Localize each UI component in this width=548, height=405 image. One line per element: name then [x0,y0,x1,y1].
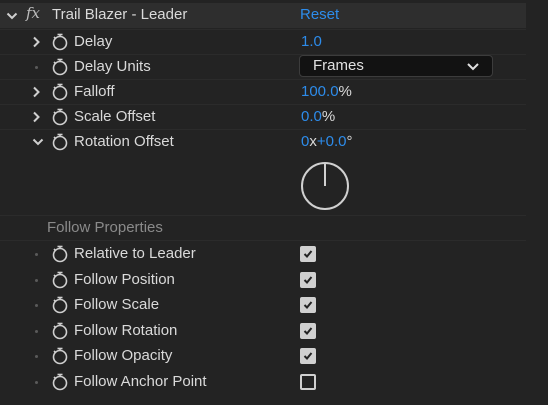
scale-offset-value[interactable]: 0.0 [301,108,322,125]
follow-row-follow-opacity: Follow Opacity [0,343,526,368]
property-row-delay: Delay 1.0 [0,29,526,54]
stopwatch-icon[interactable] [51,133,69,151]
stopwatch-icon[interactable] [51,322,69,340]
indent-dot [35,355,38,358]
scale-offset-value-group[interactable]: 0.0% [301,108,335,126]
stopwatch-icon[interactable] [51,373,69,391]
follow-row-follow-position: Follow Position [0,267,526,292]
scale-offset-label: Scale Offset [74,108,156,125]
rotation-offset-value-group[interactable]: 0x+0.0° [301,133,352,151]
stopwatch-icon[interactable] [51,271,69,289]
chevron-down-icon[interactable] [32,136,44,148]
follow-row-follow-scale: Follow Scale [0,292,526,317]
follow-anchor-point-label: Follow Anchor Point [74,373,207,390]
chevron-right-icon[interactable] [30,86,42,98]
stopwatch-icon[interactable] [51,58,69,76]
follow-row-follow-rotation: Follow Rotation [0,318,526,343]
delay-units-selected: Frames [313,57,364,74]
stopwatch-icon[interactable] [51,33,69,51]
stopwatch-icon[interactable] [51,245,69,263]
stopwatch-icon[interactable] [51,83,69,101]
falloff-label: Falloff [74,83,115,100]
follow-rotation-label: Follow Rotation [74,322,178,339]
delay-units-label: Delay Units [74,58,151,75]
indent-dot [35,330,38,333]
rotation-degrees[interactable]: +0.0 [317,133,347,150]
indent-dot [35,381,38,384]
follow-opacity-checkbox[interactable] [300,348,316,364]
effect-name: Trail Blazer - Leader [52,6,188,23]
follow-scale-checkbox[interactable] [300,297,316,313]
follow-position-label: Follow Position [74,271,175,288]
indent-dot [35,279,38,282]
stopwatch-icon[interactable] [51,296,69,314]
indent-dot [35,253,38,256]
scale-offset-unit: % [321,108,336,125]
falloff-unit: % [338,83,352,100]
rotation-dial[interactable] [300,161,350,211]
delay-value[interactable]: 1.0 [301,33,322,51]
chevron-down-icon [466,60,480,77]
follow-scale-label: Follow Scale [74,296,160,313]
property-row-falloff: Falloff 100.0% [0,79,526,104]
relative-to-leader-checkbox[interactable] [300,246,316,262]
follow-row-relative-to-leader: Relative to Leader [0,241,526,266]
indent-dot [35,304,38,307]
delay-units-dropdown[interactable]: Frames [299,55,493,77]
stopwatch-icon[interactable] [51,347,69,365]
rotation-offset-label: Rotation Offset [74,133,174,150]
property-row-rotation-offset: Rotation Offset 0x+0.0° [0,129,526,154]
follow-row-follow-anchor-point: Follow Anchor Point [0,369,526,394]
follow-anchor-point-checkbox[interactable] [300,374,316,390]
property-row-scale-offset: Scale Offset 0.0% [0,104,526,129]
rotation-x-separator: x [309,133,317,150]
chevron-down-icon[interactable] [6,10,18,22]
delay-label: Delay [74,33,113,50]
reset-button[interactable]: Reset [300,6,339,24]
indent-dot [35,66,38,69]
rotation-degree-unit: ° [346,133,353,150]
follow-position-checkbox[interactable] [300,272,316,288]
follow-rotation-checkbox[interactable] [300,323,316,339]
follow-opacity-label: Follow Opacity [74,347,173,364]
chevron-right-icon[interactable] [30,36,42,48]
falloff-value[interactable]: 100.0 [301,83,339,100]
falloff-value-group[interactable]: 100.0% [301,83,352,101]
relative-to-leader-label: Relative to Leader [74,245,196,262]
row-divider [0,215,526,216]
effect-controls-panel: fx Trail Blazer - Leader Reset Delay 1.0… [0,0,548,405]
chevron-right-icon[interactable] [30,111,42,123]
fx-icon[interactable]: fx [26,4,40,22]
follow-properties-heading: Follow Properties [47,219,163,236]
stopwatch-icon[interactable] [51,108,69,126]
